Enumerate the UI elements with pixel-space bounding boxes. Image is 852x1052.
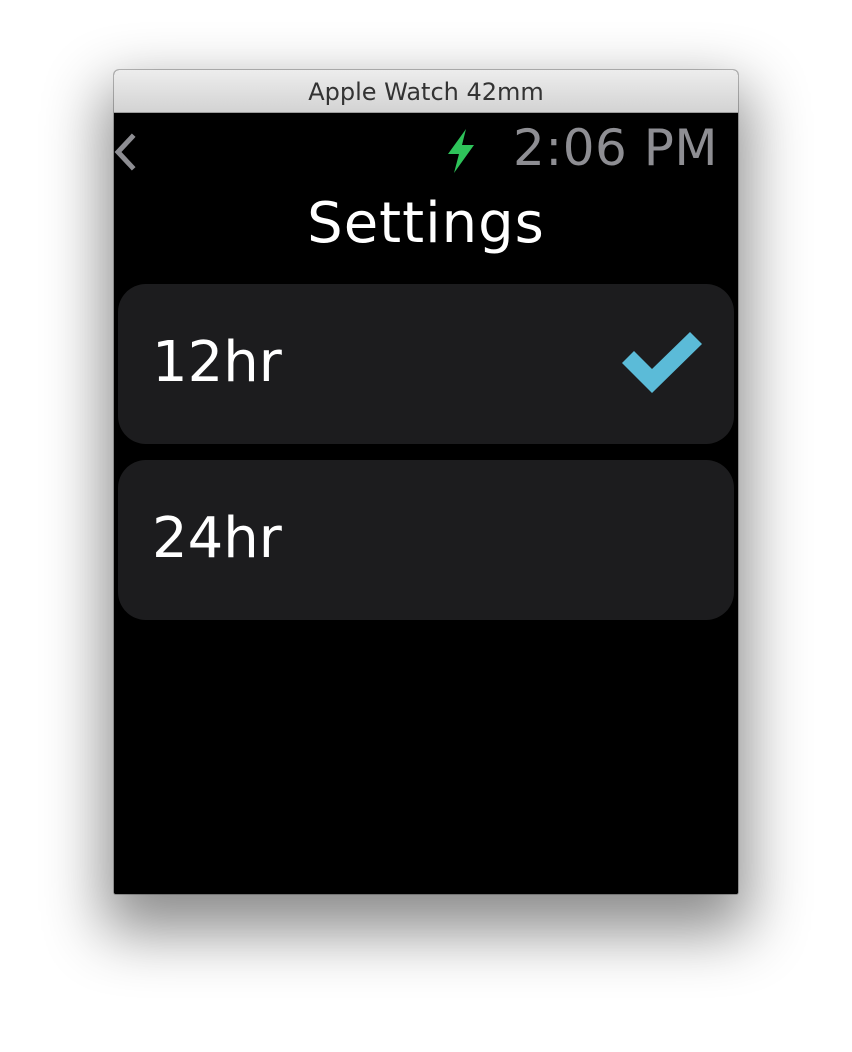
chevron-left-icon[interactable] (114, 131, 138, 173)
status-time: 2:06 PM (513, 119, 718, 177)
window-title: Apple Watch 42mm (308, 78, 544, 106)
simulator-window: Apple Watch 42mm 2:06 PM Settings 12hr 2… (114, 70, 738, 894)
option-row-12hr[interactable]: 12hr (118, 284, 734, 444)
checkmark-icon (622, 332, 702, 393)
bolt-icon (448, 129, 474, 173)
watch-screen: 2:06 PM Settings 12hr 24hr (114, 113, 738, 894)
page-title: Settings (307, 191, 545, 256)
option-label: 24hr (152, 506, 282, 571)
option-label: 12hr (152, 330, 282, 395)
window-titlebar[interactable]: Apple Watch 42mm (114, 70, 738, 113)
option-row-24hr[interactable]: 24hr (118, 460, 734, 620)
